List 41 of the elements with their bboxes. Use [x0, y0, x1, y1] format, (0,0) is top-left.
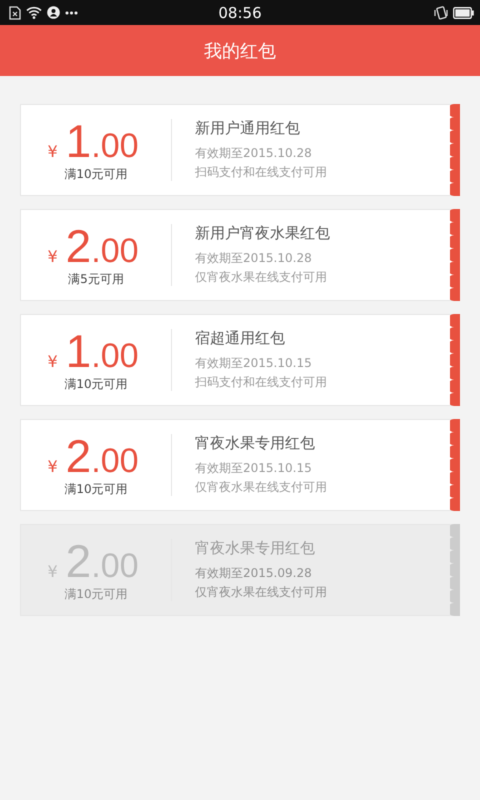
validity-text: 有效期至2015.10.15 — [195, 354, 313, 372]
currency-symbol: ¥ — [47, 142, 58, 160]
scope-text: 仅宵夜水果在线支付可用 — [195, 478, 327, 496]
wifi-icon — [26, 6, 42, 19]
more-icon — [65, 10, 78, 14]
coupon-card[interactable]: ¥ 1.00 满10元可用 新用户通用红包 有效期至2015.10.28 扫码支付和在线支付可用 — [20, 104, 460, 196]
coupon-card[interactable]: ¥ 1.00 满10元可用 宿超通用红包 有效期至2015.10.15 扫码支付和在线支付可用 — [20, 314, 460, 406]
validity-text: 有效期至2015.09.28 — [195, 564, 313, 582]
coupon-name: 宵夜水果专用红包 — [195, 434, 316, 452]
currency-symbol: ¥ — [47, 246, 58, 266]
validity-text: 有效期至2015.10.15 — [195, 460, 313, 476]
min-spend-text: 满10元可用 — [64, 480, 128, 498]
coupon-name: 宵夜水果专用红包 — [195, 538, 316, 558]
clock-time: 08:56 — [218, 4, 262, 22]
coupon-amount: 2.00 — [66, 432, 139, 478]
scope-text: 扫码支付和在线支付可用 — [195, 164, 327, 180]
currency-symbol: ¥ — [47, 456, 58, 476]
scope-text: 仅宵夜水果在线支付可用 — [195, 584, 327, 600]
min-spend-text: 满10元可用 — [64, 586, 128, 602]
coupon-card[interactable]: ¥ 2.00 满10元可用 宵夜水果专用红包 有效期至2015.10.15 仅宵夜水果在线支付可用 — [20, 419, 460, 511]
coupon-name: 新用户通用红包 — [195, 118, 301, 138]
coupon-amount: 1.00 — [66, 118, 139, 164]
scope-text: 仅宵夜水果在线支付可用 — [195, 268, 328, 286]
currency-symbol: ¥ — [47, 352, 58, 370]
validity-text: 有效期至2015.10.28 — [195, 144, 313, 162]
min-spend-text: 满10元可用 — [64, 166, 128, 182]
sim-card-icon — [9, 6, 21, 20]
page-title: 我的红包 — [204, 40, 276, 62]
coupon-amount: 2.00 — [66, 222, 139, 268]
scope-text: 扫码支付和在线支付可用 — [195, 374, 327, 390]
coupon-card[interactable]: ¥ 2.00 满5元可用 新用户宵夜水果红包 有效期至2015.10.28 仅宵夜水果在线支付可用 — [20, 209, 460, 301]
battery-icon — [453, 6, 474, 18]
min-spend-text: 满5元可用 — [68, 270, 124, 288]
currency-symbol: ¥ — [47, 562, 58, 580]
coupon-name: 宿超通用红包 — [195, 328, 286, 348]
coupon-amount: 1.00 — [66, 328, 139, 374]
vibrate-icon — [434, 6, 448, 20]
validity-text: 有效期至2015.10.28 — [195, 250, 313, 266]
coupon-name: 新用户宵夜水果红包 — [195, 224, 330, 242]
min-spend-text: 满10元可用 — [64, 376, 128, 392]
user-icon — [47, 6, 60, 19]
